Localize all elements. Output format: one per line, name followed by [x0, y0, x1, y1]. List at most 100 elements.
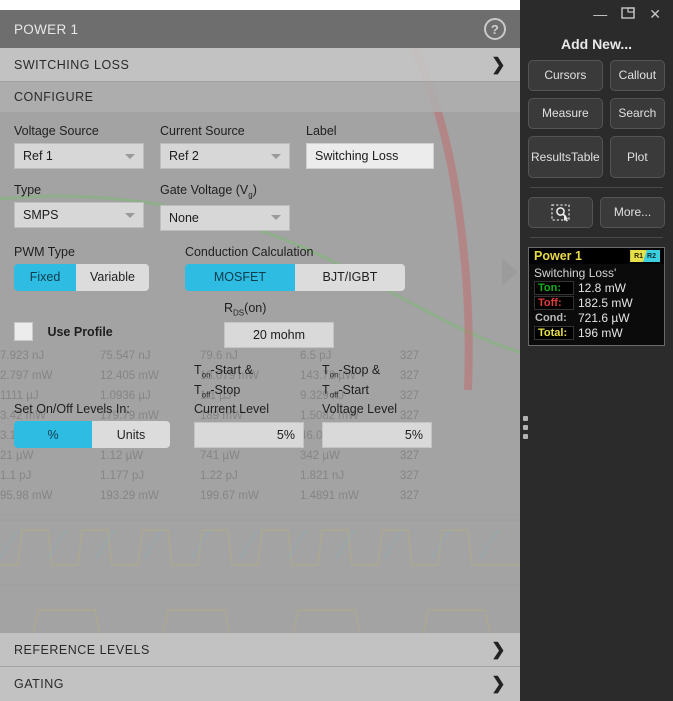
drag-dot: [523, 434, 528, 439]
type-value: SMPS: [23, 208, 58, 222]
background-table-cell: 1.177 pJ: [100, 466, 200, 486]
add-new-title: Add New...: [528, 32, 665, 60]
chevron-right-icon: ❯: [491, 640, 506, 660]
add-new-button-grid-2: More...: [528, 197, 665, 228]
panel-title-bar: POWER 1 ?: [0, 10, 520, 48]
background-table-cell: 327: [400, 486, 500, 506]
ton-stop-l1-tail: -Stop &: [339, 363, 381, 377]
background-table-cell: 1.821 nJ: [300, 466, 400, 486]
field-label: Label Switching Loss: [306, 124, 434, 169]
field-conduction-calculation: Conduction Calculation MOSFET BJT/IGBT: [185, 245, 405, 291]
ton-start-current-level-value: 5%: [277, 428, 295, 442]
conduction-option-mosfet[interactable]: MOSFET: [185, 264, 295, 291]
badge-sources: R1 R2: [630, 250, 660, 262]
background-table-row: 1.1 pJ1.177 pJ1.22 pJ1.821 nJ327: [0, 466, 520, 486]
button-line: Table: [571, 151, 600, 164]
chevron-down-icon: [271, 215, 281, 220]
current-source-select[interactable]: Ref 2: [160, 143, 290, 169]
add-callout-button[interactable]: Callout: [610, 60, 665, 91]
form-row-sources: Voltage Source Ref 1 Current Source Ref …: [14, 124, 506, 169]
ton-start-l1-main: T: [194, 363, 202, 377]
badge-measurement-row: Cond: 721.6 µW: [534, 311, 660, 325]
badge-measurement-row: Ton: 12.8 mW: [534, 281, 660, 295]
close-icon[interactable]: ✕: [649, 7, 661, 21]
add-cursors-button[interactable]: Cursors: [528, 60, 603, 91]
form-row-pwm: PWM Type Fixed Variable Conduction Calcu…: [14, 245, 506, 291]
add-plot-button[interactable]: Plot: [610, 136, 665, 178]
minimize-icon[interactable]: —: [593, 7, 607, 21]
section-reference-levels[interactable]: REFERENCE LEVELS ❯: [0, 633, 520, 667]
drag-dot: [523, 416, 528, 421]
chevron-down-icon: [125, 213, 135, 218]
pwm-type-option-fixed[interactable]: Fixed: [14, 264, 76, 291]
rds-on-value: 20 mohm: [253, 328, 305, 342]
form-row-type: Type SMPS Gate Voltage (Vg) None: [14, 183, 506, 231]
section-switching-loss-label: SWITCHING LOSS: [14, 58, 129, 72]
field-voltage-source: Voltage Source Ref 1: [14, 124, 144, 169]
sidebar-divider: [530, 187, 663, 188]
section-gating-label: GATING: [14, 677, 64, 691]
help-icon[interactable]: ?: [484, 18, 506, 40]
badge-cond-value: 721.6 µW: [578, 311, 630, 325]
ton-start-l2-main: T: [194, 383, 202, 397]
background-table-row: 95.98 mW193.29 mW199.67 mW1.4891 mW327: [0, 486, 520, 506]
drag-dot: [523, 425, 528, 430]
voltage-source-value: Ref 1: [23, 149, 53, 163]
voltage-source-select[interactable]: Ref 1: [14, 143, 144, 169]
conduction-option-bjt-igbt[interactable]: BJT/IGBT: [295, 264, 405, 291]
badge-measurement-row: Total: 196 mW: [534, 326, 660, 340]
ton-start-current-level-input[interactable]: 5%: [194, 422, 304, 448]
chevron-down-icon: [125, 154, 135, 159]
ton-stop-label: Ton-Stop & Toff-Start Voltage Level: [322, 363, 432, 417]
badge-subtitle: Switching Loss': [534, 266, 660, 280]
rds-on-label-sub: DS: [233, 308, 244, 317]
badge-total-value: 196 mW: [578, 326, 623, 340]
field-set-levels-in: Set On/Off Levels In: % Units: [14, 402, 170, 448]
panel-drag-handle[interactable]: [520, 410, 530, 444]
restore-icon[interactable]: [621, 7, 635, 21]
top-white-strip: [0, 0, 520, 10]
background-table-cell: 21 µW: [0, 446, 100, 466]
background-table-cell: 1.12 µW: [100, 446, 200, 466]
add-measure-button[interactable]: Measure: [528, 98, 603, 129]
type-select[interactable]: SMPS: [14, 202, 144, 228]
right-sidebar: — ✕ Add New... Cursors Callout Measure S…: [520, 0, 673, 701]
gate-voltage-label: Gate Voltage (Vg): [160, 183, 290, 200]
section-switching-loss[interactable]: SWITCHING LOSS ❯: [0, 48, 520, 82]
ton-stop-voltage-level-input[interactable]: 5%: [322, 422, 432, 448]
gate-voltage-select[interactable]: None: [160, 205, 290, 231]
chevron-right-icon: ❯: [491, 55, 506, 75]
add-new-panel: Add New... Cursors Callout Measure Searc…: [528, 32, 665, 238]
ton-stop-l1-sub: on: [330, 371, 339, 380]
section-configure-header: CONFIGURE: [0, 82, 520, 112]
add-search-button[interactable]: Search: [610, 98, 665, 129]
current-source-label: Current Source: [160, 124, 290, 138]
conduction-calculation-label: Conduction Calculation: [185, 245, 405, 259]
page-title: POWER 1: [14, 22, 78, 37]
background-table-cell: 741 µW: [200, 446, 300, 466]
field-ton-stop-voltage-level: Ton-Stop & Toff-Start Voltage Level 5%: [322, 363, 432, 448]
set-levels-option-percent[interactable]: %: [14, 421, 92, 448]
add-results-table-button[interactable]: ResultsTable: [528, 136, 603, 178]
label-input[interactable]: Switching Loss: [306, 143, 434, 169]
badge-ton-tag: Ton:: [534, 281, 574, 295]
rds-on-label: RDS(on): [224, 301, 506, 318]
label-input-value: Switching Loss: [315, 149, 398, 163]
section-gating[interactable]: GATING ❯: [0, 667, 520, 701]
more-button[interactable]: More...: [600, 197, 665, 228]
background-table-cell: 342 µW: [300, 446, 400, 466]
ton-start-label: Ton-Start & Toff-Stop Current Level: [194, 363, 304, 417]
use-profile-checkbox[interactable]: [14, 322, 33, 341]
gate-voltage-label-main: Gate Voltage (V: [160, 183, 248, 197]
section-reference-levels-label: REFERENCE LEVELS: [14, 643, 150, 657]
power-1-badge[interactable]: Power 1 R1 R2 Switching Loss' Ton: 12.8 …: [528, 247, 665, 346]
form-row-levels: Set On/Off Levels In: % Units Ton-Start …: [14, 363, 506, 448]
zoom-area-icon: [550, 203, 572, 223]
restore-glyph: [621, 7, 635, 19]
zoom-area-button[interactable]: [528, 197, 593, 228]
pwm-type-label: PWM Type: [14, 245, 149, 259]
pwm-type-option-variable[interactable]: Variable: [76, 264, 149, 291]
set-levels-option-units[interactable]: Units: [92, 421, 170, 448]
current-source-value: Ref 2: [169, 149, 199, 163]
background-table-cell: 1.4891 mW: [300, 486, 400, 506]
